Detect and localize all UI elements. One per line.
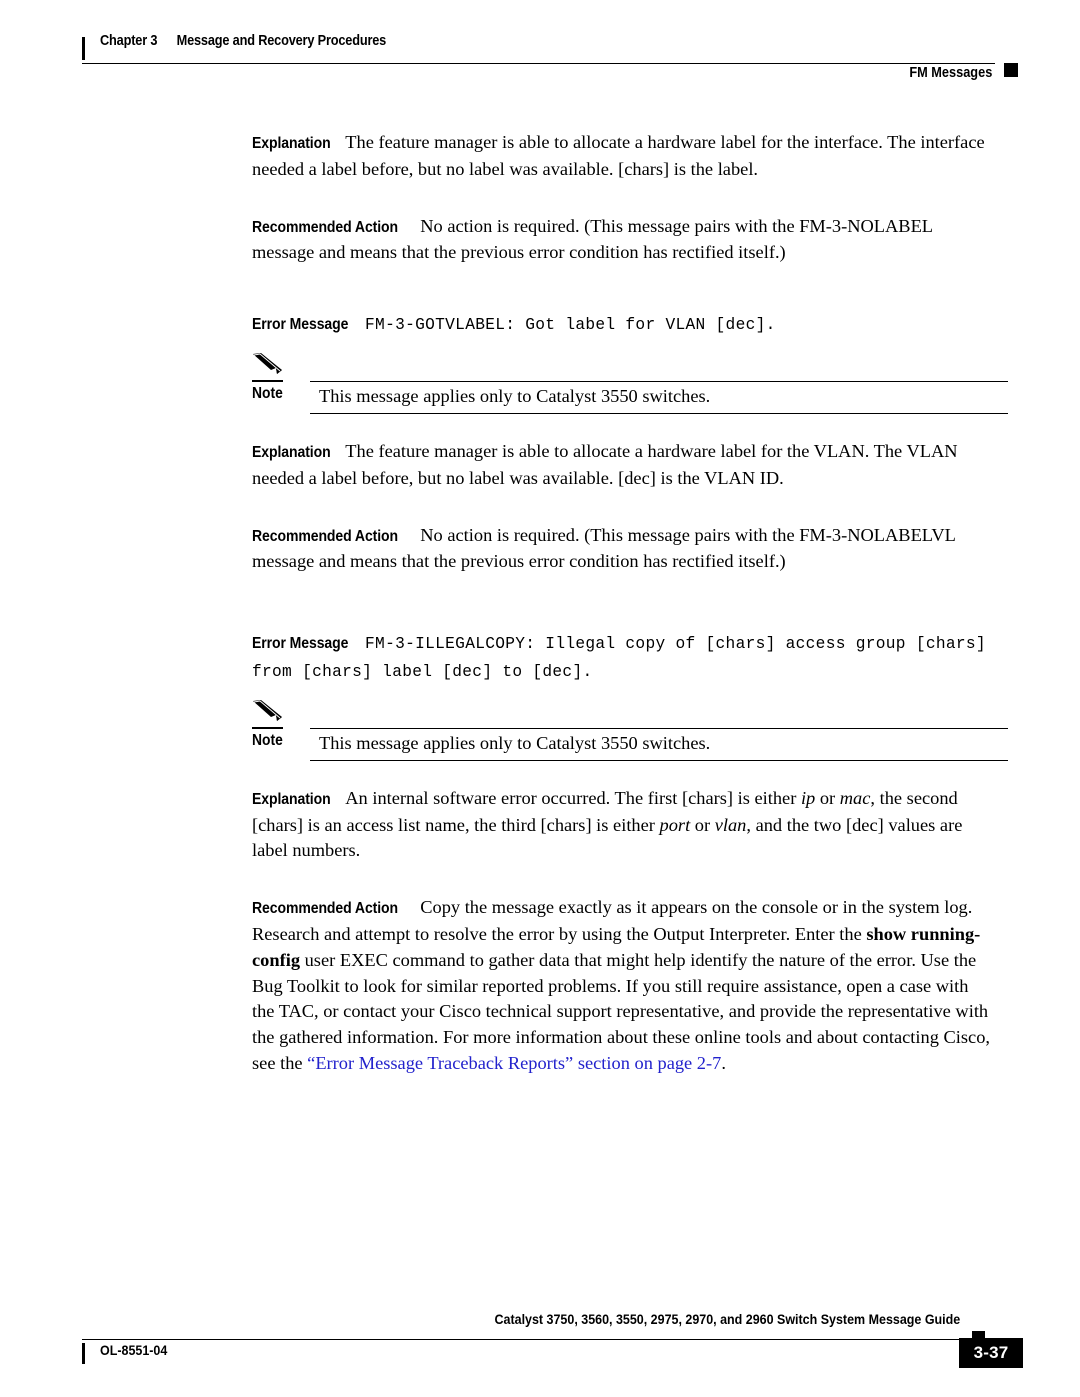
footer-left-tick [82, 1343, 85, 1364]
error-message-code-1: FM-3-GOTVLABEL: Got label for VLAN [dec]… [365, 316, 776, 335]
explanation-emphasis-vlan: vlan [714, 814, 747, 835]
header-left-tick [82, 37, 85, 60]
note-icon-wrap-1 [252, 352, 298, 387]
page-footer: Catalyst 3750, 3560, 3550, 2975, 2970, a… [82, 1312, 1023, 1372]
recommended-action-label-2: Recommended Action [252, 527, 399, 545]
header-rule [82, 63, 995, 64]
header-chapter-title: Message and Recovery Procedures [176, 33, 387, 49]
header-section-label: FM Messages [909, 65, 992, 81]
explanation-paragraph-2: Explanation The feature manager is able t… [252, 439, 995, 492]
error-message-paragraph-1: Error Message FM-3-GOTVLABEL: Got label f… [252, 311, 1020, 339]
note-label-1: Note [252, 384, 283, 402]
header-square-marker [1004, 63, 1018, 77]
recommended-action-label-1: Recommended Action [252, 218, 399, 236]
error-message-label-2: Error Message [252, 635, 349, 653]
error-message-label-1: Error Message [252, 316, 349, 334]
recommended-action-paragraph-3: Recommended Action Copy the message exact… [252, 895, 995, 1077]
explanation-label-1: Explanation [252, 135, 331, 152]
note-rule-top-1 [310, 380, 1008, 382]
note-rule-bottom-1 [310, 412, 1008, 414]
explanation-text-3a: An internal software error occurred. The… [345, 787, 801, 808]
explanation-paragraph-1: Explanation The feature manager is able t… [252, 130, 995, 183]
note-icon-wrap-2 [252, 699, 298, 734]
note-block-2: Note This message applies only to Cataly… [252, 699, 1020, 762]
explanation-text-2: The feature manager is able to allocate … [252, 440, 958, 488]
footer-page-number: 3-37 [959, 1338, 1023, 1368]
explanation-text-1: The feature manager is able to allocate … [252, 132, 985, 179]
footer-document-title: Catalyst 3750, 3560, 3550, 2975, 2970, a… [494, 1312, 960, 1328]
explanation-emphasis-ip: ip [800, 787, 816, 808]
explanation-emphasis-mac: mac [839, 787, 871, 808]
pencil-icon [253, 699, 282, 721]
note-block-1: Note This message applies only to Cataly… [252, 352, 1020, 415]
explanation-emphasis-port: port [659, 814, 691, 835]
recommended-action-text-3c: . [721, 1052, 726, 1073]
cross-reference-link[interactable]: “Error Message Traceback Reports” sectio… [307, 1053, 721, 1073]
header-chapter-line: Chapter 3 Message and Recovery Procedures [100, 33, 386, 49]
note-rule-bottom-2 [310, 759, 1008, 761]
recommended-action-label-3: Recommended Action [252, 900, 399, 918]
page-header: Chapter 3 Message and Recovery Procedures… [82, 33, 1018, 81]
footer-document-id: OL-8551-04 [100, 1343, 168, 1359]
explanation-paragraph-3: Explanation An internal software error oc… [252, 786, 995, 864]
pencil-icon [253, 352, 282, 374]
note-text-1: This message applies only to Catalyst 35… [319, 385, 711, 406]
note-rule-top-2 [310, 727, 1008, 729]
page-content: Explanation The feature manager is able t… [252, 130, 1020, 1077]
error-message-paragraph-2: Error Message FM-3-ILLEGALCOPY: Illegal c… [252, 630, 1020, 686]
recommended-action-paragraph-1: Recommended Action No action is required.… [252, 214, 995, 267]
recommended-action-paragraph-2: Recommended Action No action is required.… [252, 523, 995, 576]
explanation-text-3b: or [815, 787, 840, 808]
document-page: Chapter 3 Message and Recovery Procedures… [0, 0, 1080, 1397]
header-chapter-number: Chapter 3 [100, 33, 158, 49]
note-text-2: This message applies only to Catalyst 35… [319, 732, 711, 753]
note-icon-underline-2 [252, 726, 283, 729]
error-message-code-2: FM-3-ILLEGALCOPY: Illegal copy of [chars… [252, 635, 986, 681]
explanation-text-3d: or [690, 814, 715, 835]
note-icon-underline-1 [252, 379, 283, 382]
footer-rule [82, 1339, 963, 1340]
note-label-2: Note [252, 731, 283, 749]
explanation-label-3: Explanation [252, 790, 331, 808]
explanation-label-2: Explanation [252, 443, 331, 461]
